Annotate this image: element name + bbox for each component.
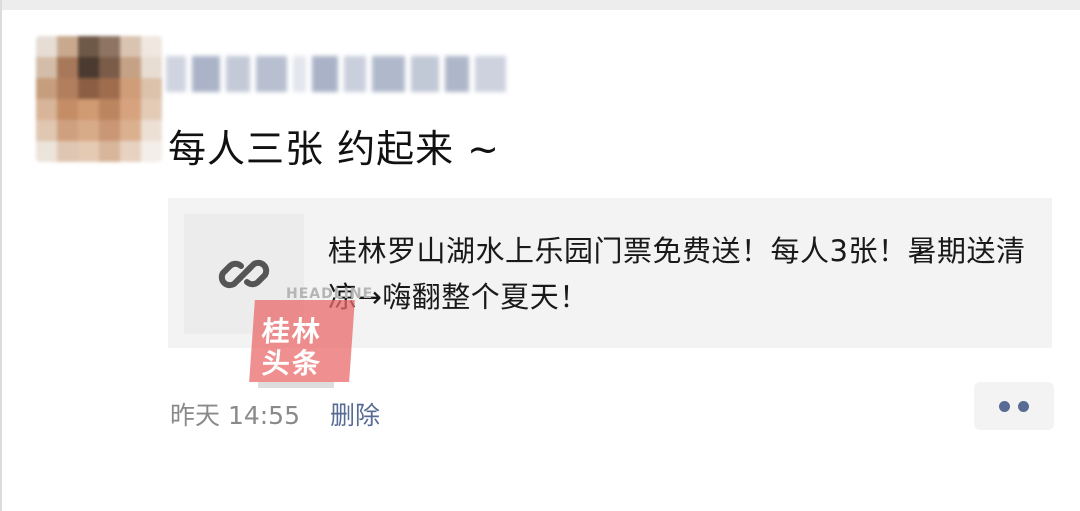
- left-divider: [0, 0, 2, 511]
- delete-button[interactable]: 删除: [330, 396, 380, 432]
- watermark-logo: HEADLINE 桂林 头条: [244, 286, 372, 394]
- more-options-button[interactable]: [974, 382, 1054, 430]
- more-dots-icon: [1018, 400, 1029, 412]
- more-dots-icon: [999, 400, 1010, 412]
- post-text: 每人三张 约起来 ~: [168, 127, 500, 171]
- avatar[interactable]: [36, 36, 162, 162]
- top-divider: [0, 0, 1080, 10]
- link-title: 桂林罗山湖水上乐园门票免费送！每人3张！暑期送清凉→嗨翻整个夏天！: [328, 234, 1026, 314]
- watermark-line2: 头条: [260, 347, 324, 380]
- author-name[interactable]: [166, 52, 506, 96]
- post-timestamp: 昨天 14:55: [170, 401, 300, 430]
- watermark-headline: HEADLINE: [286, 286, 374, 302]
- moments-post: 每人三张 约起来 ~ 桂林罗山湖水上乐园门票免费送！每人3张！暑期送清凉→嗨翻整…: [0, 0, 1080, 511]
